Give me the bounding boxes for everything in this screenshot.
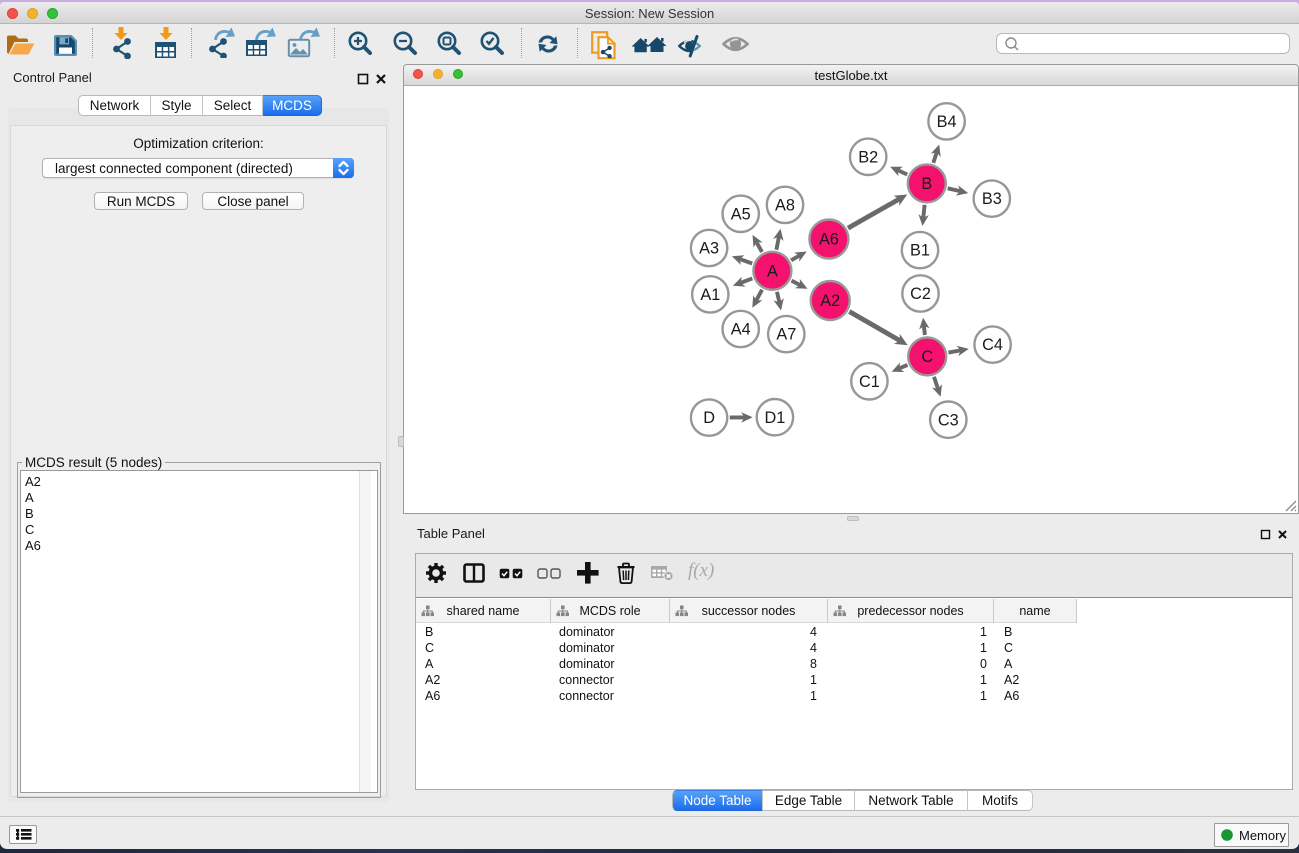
svg-text:C: C xyxy=(921,348,933,366)
svg-text:D1: D1 xyxy=(764,409,785,427)
svg-text:A6: A6 xyxy=(819,231,839,249)
svg-text:A3: A3 xyxy=(699,240,719,258)
svg-text:B4: B4 xyxy=(937,113,957,131)
svg-text:A8: A8 xyxy=(775,197,795,215)
svg-text:A2: A2 xyxy=(820,292,840,310)
svg-text:B1: B1 xyxy=(910,242,930,260)
svg-text:A: A xyxy=(767,262,778,280)
svg-text:C1: C1 xyxy=(859,373,880,391)
svg-text:C4: C4 xyxy=(982,336,1003,354)
svg-text:B2: B2 xyxy=(858,148,878,166)
svg-text:C2: C2 xyxy=(910,285,931,303)
svg-text:B3: B3 xyxy=(982,190,1002,208)
svg-text:D: D xyxy=(703,409,715,427)
svg-text:C3: C3 xyxy=(938,411,959,429)
svg-text:B: B xyxy=(921,175,932,193)
svg-text:A4: A4 xyxy=(731,321,751,339)
svg-text:A1: A1 xyxy=(700,286,720,304)
svg-text:A7: A7 xyxy=(776,326,796,344)
svg-text:A5: A5 xyxy=(731,205,751,223)
